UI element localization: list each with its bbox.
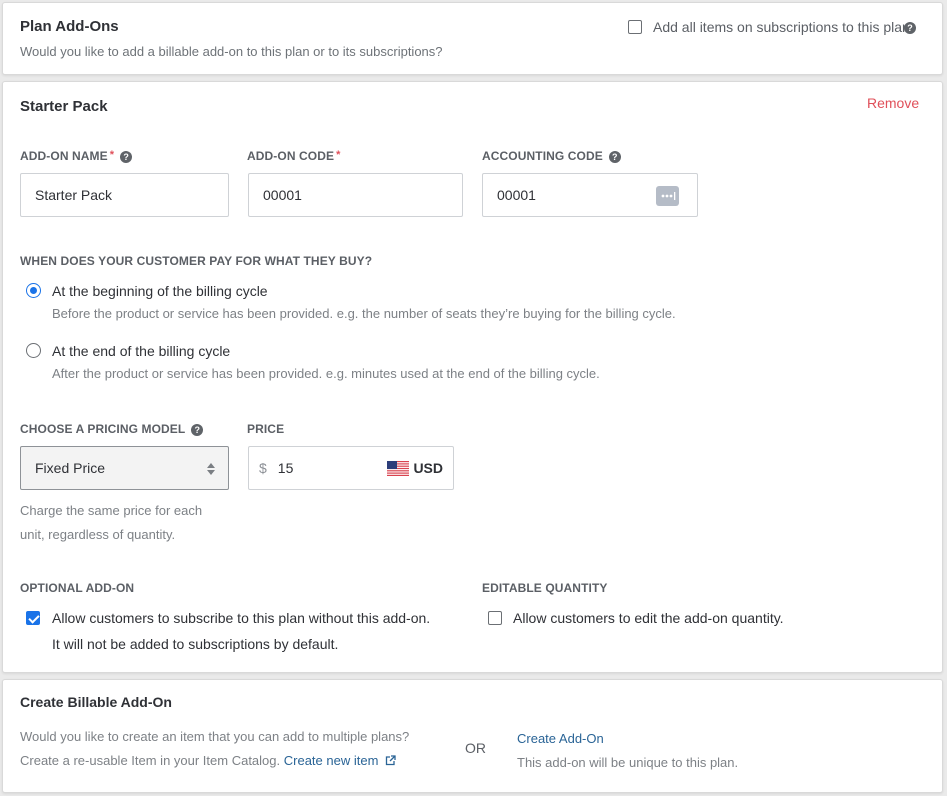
us-flag-icon: [387, 461, 409, 479]
addon-name-value: Starter Pack: [35, 187, 113, 203]
accounting-code-label: ACCOUNTING CODE?: [482, 149, 621, 163]
required-marker: *: [109, 149, 115, 161]
billing-beginning-desc: Before the product or service has been p…: [52, 306, 676, 321]
accounting-code-input[interactable]: 00001: [482, 173, 698, 217]
pricing-model-value: Fixed Price: [35, 460, 106, 476]
pricing-model-desc-line1: Charge the same price for each: [20, 503, 203, 518]
addon-name-input[interactable]: Starter Pack: [20, 173, 229, 217]
accounting-code-value: 00001: [497, 187, 536, 203]
addon-title: Starter Pack: [20, 98, 108, 115]
or-divider: OR: [465, 740, 486, 756]
question-circle-icon[interactable]: ?: [191, 423, 204, 436]
question-circle-icon[interactable]: ?: [904, 22, 916, 34]
addon-name-label-text: ADD-ON NAME: [20, 149, 108, 163]
add-all-items-checkbox[interactable]: [628, 20, 642, 34]
billing-end-title[interactable]: At the end of the billing cycle: [52, 343, 230, 359]
create-item-desc-text: Create a re-usable Item in your Item Cat…: [20, 753, 281, 768]
editable-quantity-label: EDITABLE QUANTITY: [482, 581, 608, 595]
price-label: PRICE: [247, 422, 285, 436]
editable-quantity-text[interactable]: Allow customers to edit the add-on quant…: [513, 610, 784, 626]
price-value: 15: [277, 460, 294, 476]
create-item-desc-line2: Create a re-usable Item in your Item Cat…: [20, 753, 396, 769]
remove-button[interactable]: Remove: [867, 95, 919, 111]
accounting-code-label-text: ACCOUNTING CODE: [482, 149, 603, 163]
currency-symbol: $: [259, 460, 267, 476]
optional-addon-checkbox[interactable]: [26, 611, 40, 625]
select-arrows-icon: [206, 462, 216, 479]
create-new-item-link[interactable]: Create new item: [284, 753, 379, 768]
billing-end-desc: After the product or service has been pr…: [52, 366, 600, 381]
create-addon-desc: This add-on will be unique to this plan.: [517, 755, 739, 770]
create-addon-title: Create Billable Add-On: [20, 694, 172, 710]
billing-question-label: WHEN DOES YOUR CUSTOMER PAY FOR WHAT THE…: [20, 254, 373, 268]
question-circle-icon[interactable]: ?: [120, 150, 133, 163]
add-all-items-label[interactable]: Add all items on subscriptions to this p…: [653, 19, 910, 35]
required-marker: *: [336, 149, 341, 161]
more-dots-icon[interactable]: [656, 186, 679, 206]
billing-beginning-radio[interactable]: [26, 283, 41, 298]
billing-end-radio[interactable]: [26, 343, 41, 358]
plan-addons-title: Plan Add-Ons: [20, 18, 119, 35]
pricing-model-select[interactable]: Fixed Price: [20, 446, 229, 490]
optional-addon-text-line2: It will not be added to subscriptions by…: [52, 636, 339, 652]
currency-code: USD: [413, 460, 443, 476]
pricing-model-desc-line2: unit, regardless of quantity.: [20, 527, 176, 542]
optional-addon-label: OPTIONAL ADD-ON: [20, 581, 135, 595]
addon-name-label: ADD-ON NAME *?: [20, 149, 133, 163]
optional-addon-text-line1[interactable]: Allow customers to subscribe to this pla…: [52, 610, 430, 626]
addon-card: Starter Pack Remove ADD-ON NAME *? ADD-ON…: [2, 81, 943, 673]
create-billable-addon-card: Create Billable Add-On Would you like to…: [2, 679, 943, 793]
addon-code-input[interactable]: 00001: [248, 173, 463, 217]
question-circle-icon[interactable]: ?: [608, 150, 621, 163]
addon-code-label: ADD-ON CODE *: [247, 149, 341, 163]
addon-code-value: 00001: [263, 187, 302, 203]
pricing-model-label: CHOOSE A PRICING MODEL?: [20, 422, 204, 436]
create-addon-link[interactable]: Create Add-On: [517, 731, 604, 746]
plan-addons-subtitle: Would you like to add a billable add-on …: [20, 44, 443, 59]
price-input[interactable]: $ 15 USD: [248, 446, 454, 490]
billing-beginning-title[interactable]: At the beginning of the billing cycle: [52, 283, 268, 299]
editable-quantity-checkbox[interactable]: [488, 611, 502, 625]
addon-code-label-text: ADD-ON CODE: [247, 149, 335, 163]
plan-addons-header-card: Plan Add-Ons Would you like to add a bil…: [2, 2, 943, 75]
create-item-desc-line1: Would you like to create an item that yo…: [20, 729, 410, 744]
external-link-icon[interactable]: [385, 754, 396, 769]
pricing-model-label-text: CHOOSE A PRICING MODEL: [20, 422, 186, 436]
